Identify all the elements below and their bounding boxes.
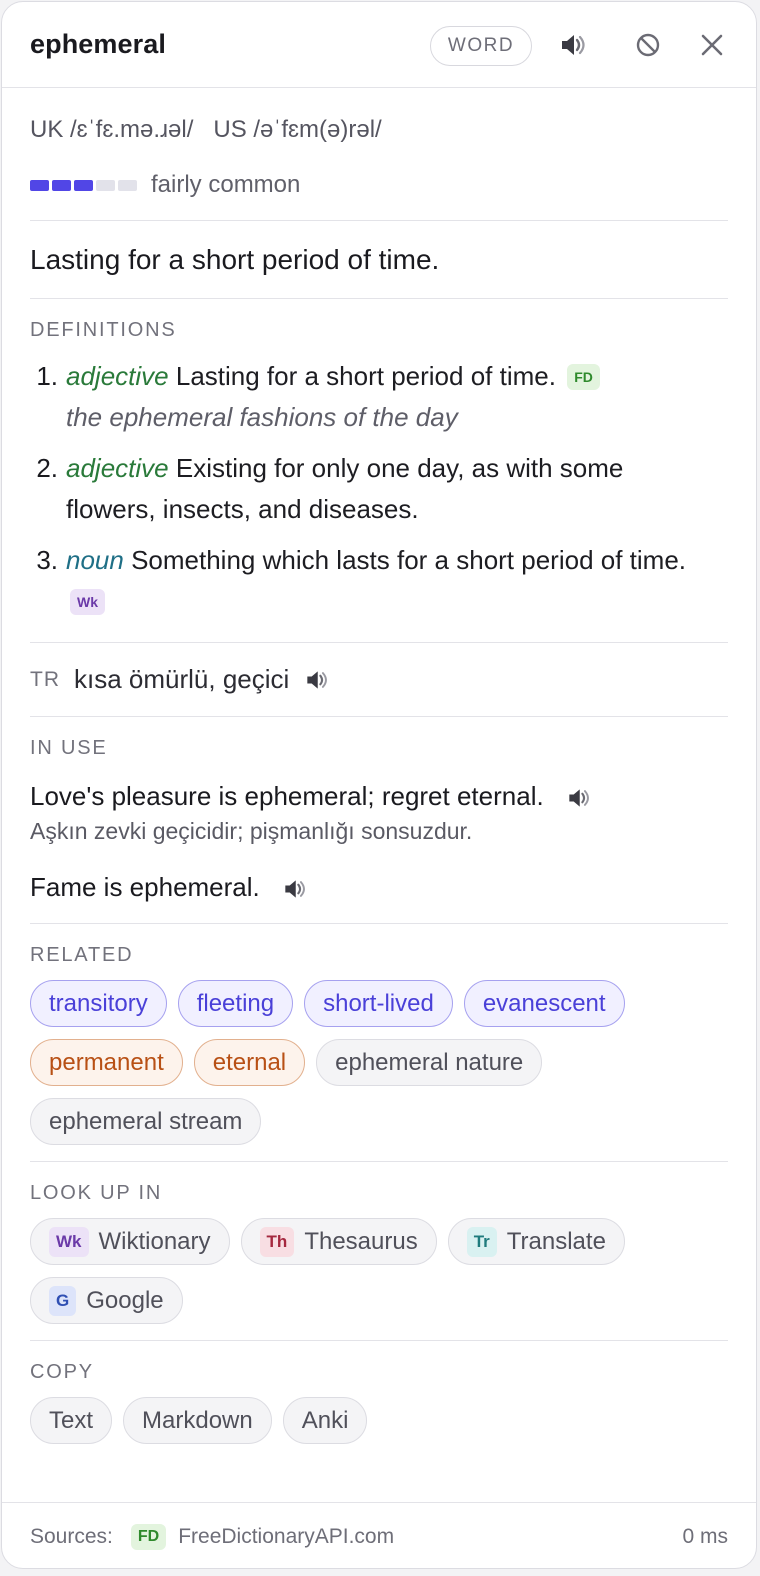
summary-section: Lasting for a short period of time. [30,221,728,299]
lookup-thesaurus-button[interactable]: Th Thesaurus [240,1218,437,1265]
pronunciation-section: UK /ɛˈfɛ.mə.ɹəl/ US /əˈfɛm(ə)rəl/ fairly… [30,88,728,221]
google-icon: G [49,1285,77,1316]
definition-number: 2. [36,453,58,483]
in-use-label: IN USE [30,737,108,759]
translate-icon: Tr [466,1226,497,1257]
usage-example-translation: Aşkın zevki geçicidir; pişmanlığı sonsuz… [30,818,473,844]
headword-title: ephemeral [30,29,166,59]
thesaurus-icon: Th [259,1226,295,1257]
lookup-translate-button[interactable]: Tr Translate [447,1218,625,1265]
definition-text: Lasting for a short period of time. [175,361,556,391]
speaker-icon[interactable] [556,29,588,61]
lookup-label: LOOK UP IN [30,1182,163,1204]
synonym-chip[interactable]: transitory [30,980,167,1027]
timing-readout: 0 ms [682,1524,728,1548]
copy-section: COPY Text Markdown Anki [30,1341,728,1460]
wiktionary-icon: Wk [49,1226,89,1257]
in-use-section: IN USE Love's pleasure is ephemeral; reg… [30,717,728,924]
phrase-chip[interactable]: ephemeral stream [30,1098,262,1145]
frequency-bar [30,179,49,191]
part-of-speech: noun [66,545,124,575]
definition-item: 3. noun Something which lasts for a shor… [30,540,728,622]
frequency-bar [74,179,93,191]
popup-header: ephemeral WORD [2,2,756,88]
frequency-label: fairly common [151,171,301,198]
definition-number: 3. [36,545,58,575]
antonym-chip[interactable]: permanent [30,1039,183,1086]
definitions-section: DEFINITIONS 1. adjective Lasting for a s… [30,299,728,643]
usage-example-text: Love's pleasure is ephemeral; regret ete… [30,781,544,811]
lookup-label-text: Translate [506,1227,606,1255]
copy-text-button[interactable]: Text [30,1397,113,1444]
definition-item: 2. adjective Existing for only one day, … [30,448,728,530]
frequency-bars [30,179,137,191]
related-chips: transitory fleeting short-lived evanesce… [30,980,728,1145]
definition-number: 1. [36,361,58,391]
related-section: RELATED transitory fleeting short-lived … [30,924,728,1162]
lookup-wiktionary-button[interactable]: Wk Wiktionary [30,1218,230,1265]
lookup-chips: Wk Wiktionary Th Thesaurus Tr Translate … [30,1218,728,1324]
source-name: FreeDictionaryAPI.com [178,1524,395,1548]
speaker-icon[interactable] [303,667,329,693]
frequency-bar [52,179,71,191]
speaker-icon[interactable] [281,876,307,902]
source-badge-fd: FD [567,364,600,390]
part-of-speech: adjective [66,361,169,391]
definitions-label: DEFINITIONS [30,319,177,341]
usage-example-text: Fame is ephemeral. [30,872,260,902]
lookup-google-button[interactable]: G Google [30,1277,183,1324]
translation-section: TR kısa ömürlü, geçici [30,643,728,717]
translation-language: TR [30,667,60,691]
speaker-icon[interactable] [565,785,591,811]
definition-item: 1. adjective Lasting for a short period … [30,356,728,438]
source-badge-wk: Wk [70,589,105,615]
copy-anki-button[interactable]: Anki [282,1397,368,1444]
lookup-section: LOOK UP IN Wk Wiktionary Th Thesaurus Tr… [30,1162,728,1341]
usage-example: Love's pleasure is ephemeral; regret ete… [30,778,728,814]
copy-label: COPY [30,1361,94,1383]
popup-footer: Sources: FD FreeDictionaryAPI.com 0 ms [2,1502,756,1568]
part-of-speech: adjective [66,453,169,483]
word-type-badge: WORD [430,26,532,66]
pronunciation-us: US /əˈfɛm(ə)rəl/ [213,116,382,143]
sources-label: Sources: [30,1524,113,1548]
antonym-chip[interactable]: eternal [193,1039,306,1086]
lookup-label-text: Thesaurus [304,1227,418,1255]
usage-example: Fame is ephemeral. [30,869,728,905]
definition-text: Something which lasts for a short period… [131,545,687,575]
related-label: RELATED [30,944,134,966]
definitions-list: 1. adjective Lasting for a short period … [30,356,728,622]
frequency-bar [96,179,115,191]
source-badge-fd: FD [130,1523,167,1550]
synonym-chip[interactable]: evanescent [463,980,625,1027]
frequency-indicator: fairly common [30,152,728,220]
dictionary-popup: ephemeral WORD UK /ɛˈfɛ.mə.ɹəl/ US /əˈfɛ… [1,1,757,1569]
summary-text: Lasting for a short period of time. [30,243,440,275]
pronunciation-uk: UK /ɛˈfɛ.mə.ɹəl/ [30,116,194,143]
close-icon[interactable] [696,29,728,61]
translation-text: kısa ömürlü, geçici [74,664,290,694]
lookup-label-text: Google [86,1286,164,1314]
synonym-chip[interactable]: fleeting [177,980,294,1027]
lookup-label-text: Wiktionary [98,1227,211,1255]
phrase-chip[interactable]: ephemeral nature [316,1039,543,1086]
copy-chips: Text Markdown Anki [30,1397,728,1444]
block-icon[interactable] [632,29,664,61]
synonym-chip[interactable]: short-lived [304,980,453,1027]
definition-example: the ephemeral fashions of the day [66,402,458,432]
copy-markdown-button[interactable]: Markdown [123,1397,272,1444]
frequency-bar [118,179,137,191]
